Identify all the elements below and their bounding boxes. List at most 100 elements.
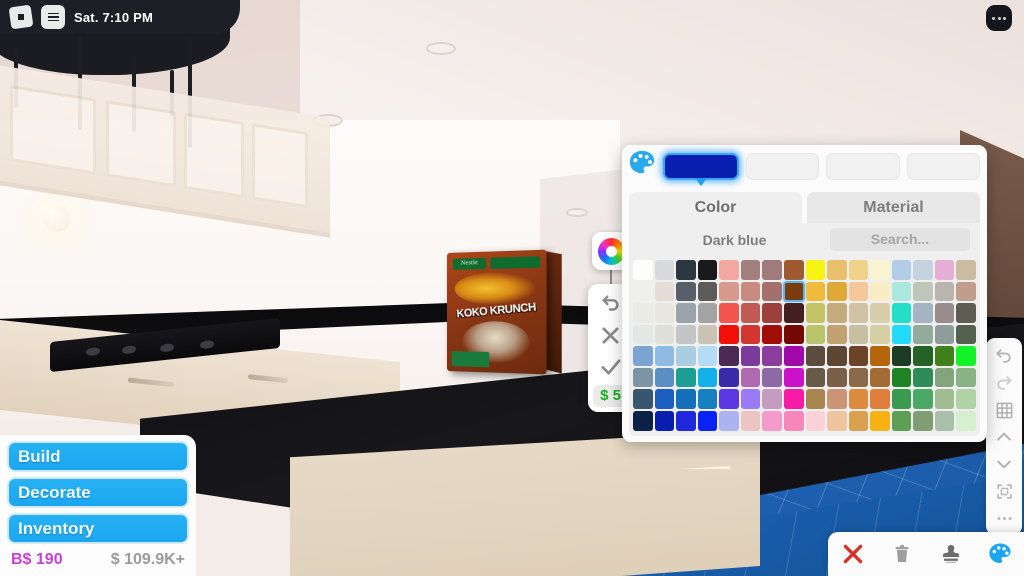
color-swatch[interactable] [934,260,955,280]
color-swatch[interactable] [934,346,955,366]
color-swatch[interactable] [827,281,847,302]
color-swatch[interactable] [654,410,675,431]
color-swatch[interactable] [934,367,955,388]
color-swatch[interactable] [676,260,696,280]
select-resize-icon[interactable] [991,480,1017,502]
color-slot-4[interactable] [906,153,980,180]
color-swatch[interactable] [805,367,826,388]
color-swatch[interactable] [719,324,739,345]
color-swatch[interactable] [783,367,804,388]
color-swatch[interactable] [848,260,869,280]
cabinet-door[interactable] [10,85,96,175]
color-swatch[interactable] [913,281,933,302]
color-swatch[interactable] [913,260,933,280]
color-swatch[interactable] [783,389,804,409]
color-swatch[interactable] [762,346,782,366]
color-swatch[interactable] [870,410,890,431]
color-swatch[interactable] [956,260,976,280]
color-swatch[interactable] [719,346,739,366]
stamp-icon[interactable] [934,539,968,569]
color-swatch[interactable] [762,367,782,388]
color-swatch[interactable] [805,260,826,280]
color-swatch[interactable] [783,303,804,323]
color-swatch[interactable] [956,367,976,388]
color-swatch[interactable] [762,260,782,280]
color-swatch[interactable] [654,260,675,280]
color-swatch[interactable] [891,303,912,323]
hamburger-menu-icon[interactable] [41,5,65,29]
color-swatch[interactable] [782,280,805,303]
color-swatch[interactable] [805,281,826,302]
color-swatch[interactable] [697,410,718,431]
tab-material[interactable]: Material [807,192,980,223]
color-swatch[interactable] [827,346,847,366]
color-swatch[interactable] [676,389,696,409]
color-swatch[interactable] [805,303,826,323]
color-swatch[interactable] [697,367,718,388]
color-swatch[interactable] [870,324,890,345]
delete-x-icon[interactable] [836,539,870,569]
color-swatch[interactable] [740,346,761,366]
color-swatch[interactable] [913,410,933,431]
color-swatch[interactable] [783,324,804,345]
color-swatch[interactable] [633,346,653,366]
color-swatch[interactable] [934,303,955,323]
color-swatch[interactable] [783,346,804,366]
color-swatch[interactable] [697,346,718,366]
color-swatch[interactable] [956,410,976,431]
color-swatch[interactable] [740,281,761,302]
color-swatch[interactable] [913,389,933,409]
color-swatch[interactable] [783,260,804,280]
color-swatch[interactable] [934,389,955,409]
color-swatch[interactable] [848,389,869,409]
color-swatch[interactable] [891,410,912,431]
color-swatch[interactable] [827,410,847,431]
color-swatch[interactable] [870,389,890,409]
color-swatch[interactable] [827,324,847,345]
color-swatch[interactable] [740,410,761,431]
color-swatch[interactable] [848,324,869,345]
color-swatch[interactable] [891,346,912,366]
color-swatch[interactable] [719,281,739,302]
build-button[interactable]: Build [7,441,189,472]
color-swatch[interactable] [762,303,782,323]
redo-icon[interactable] [991,372,1017,394]
color-swatch[interactable] [848,303,869,323]
color-swatch[interactable] [891,281,912,302]
color-swatch[interactable] [827,389,847,409]
color-swatch[interactable] [654,303,675,323]
cabinet-door[interactable] [184,112,244,199]
color-swatch[interactable] [654,346,675,366]
color-swatch[interactable] [913,303,933,323]
color-swatch[interactable] [697,303,718,323]
color-swatch[interactable] [719,303,739,323]
tab-color[interactable]: Color [629,192,802,223]
more-dots-icon[interactable] [991,507,1017,529]
color-swatch[interactable] [934,281,955,302]
grid-icon[interactable] [991,399,1017,421]
color-swatch[interactable] [676,367,696,388]
color-swatch[interactable] [870,346,890,366]
roblox-logo-icon[interactable] [8,4,34,30]
color-swatch[interactable] [697,324,718,345]
color-swatch[interactable] [870,281,890,302]
trash-icon[interactable] [885,539,919,569]
color-swatch[interactable] [891,389,912,409]
color-swatch[interactable] [762,389,782,409]
color-swatch[interactable] [934,410,955,431]
color-swatch[interactable] [891,324,912,345]
color-swatch[interactable] [740,303,761,323]
color-swatch[interactable] [697,281,718,302]
undo-icon[interactable] [991,345,1017,367]
chevron-up-icon[interactable] [991,426,1017,448]
color-swatch[interactable] [956,281,976,302]
color-swatch[interactable] [762,410,782,431]
color-swatch[interactable] [783,410,804,431]
color-swatch[interactable] [848,346,869,366]
color-swatch[interactable] [913,367,933,388]
color-swatch[interactable] [913,324,933,345]
color-swatch[interactable] [676,281,696,302]
color-swatch[interactable] [956,346,976,366]
color-swatch[interactable] [676,346,696,366]
color-swatch[interactable] [956,389,976,409]
